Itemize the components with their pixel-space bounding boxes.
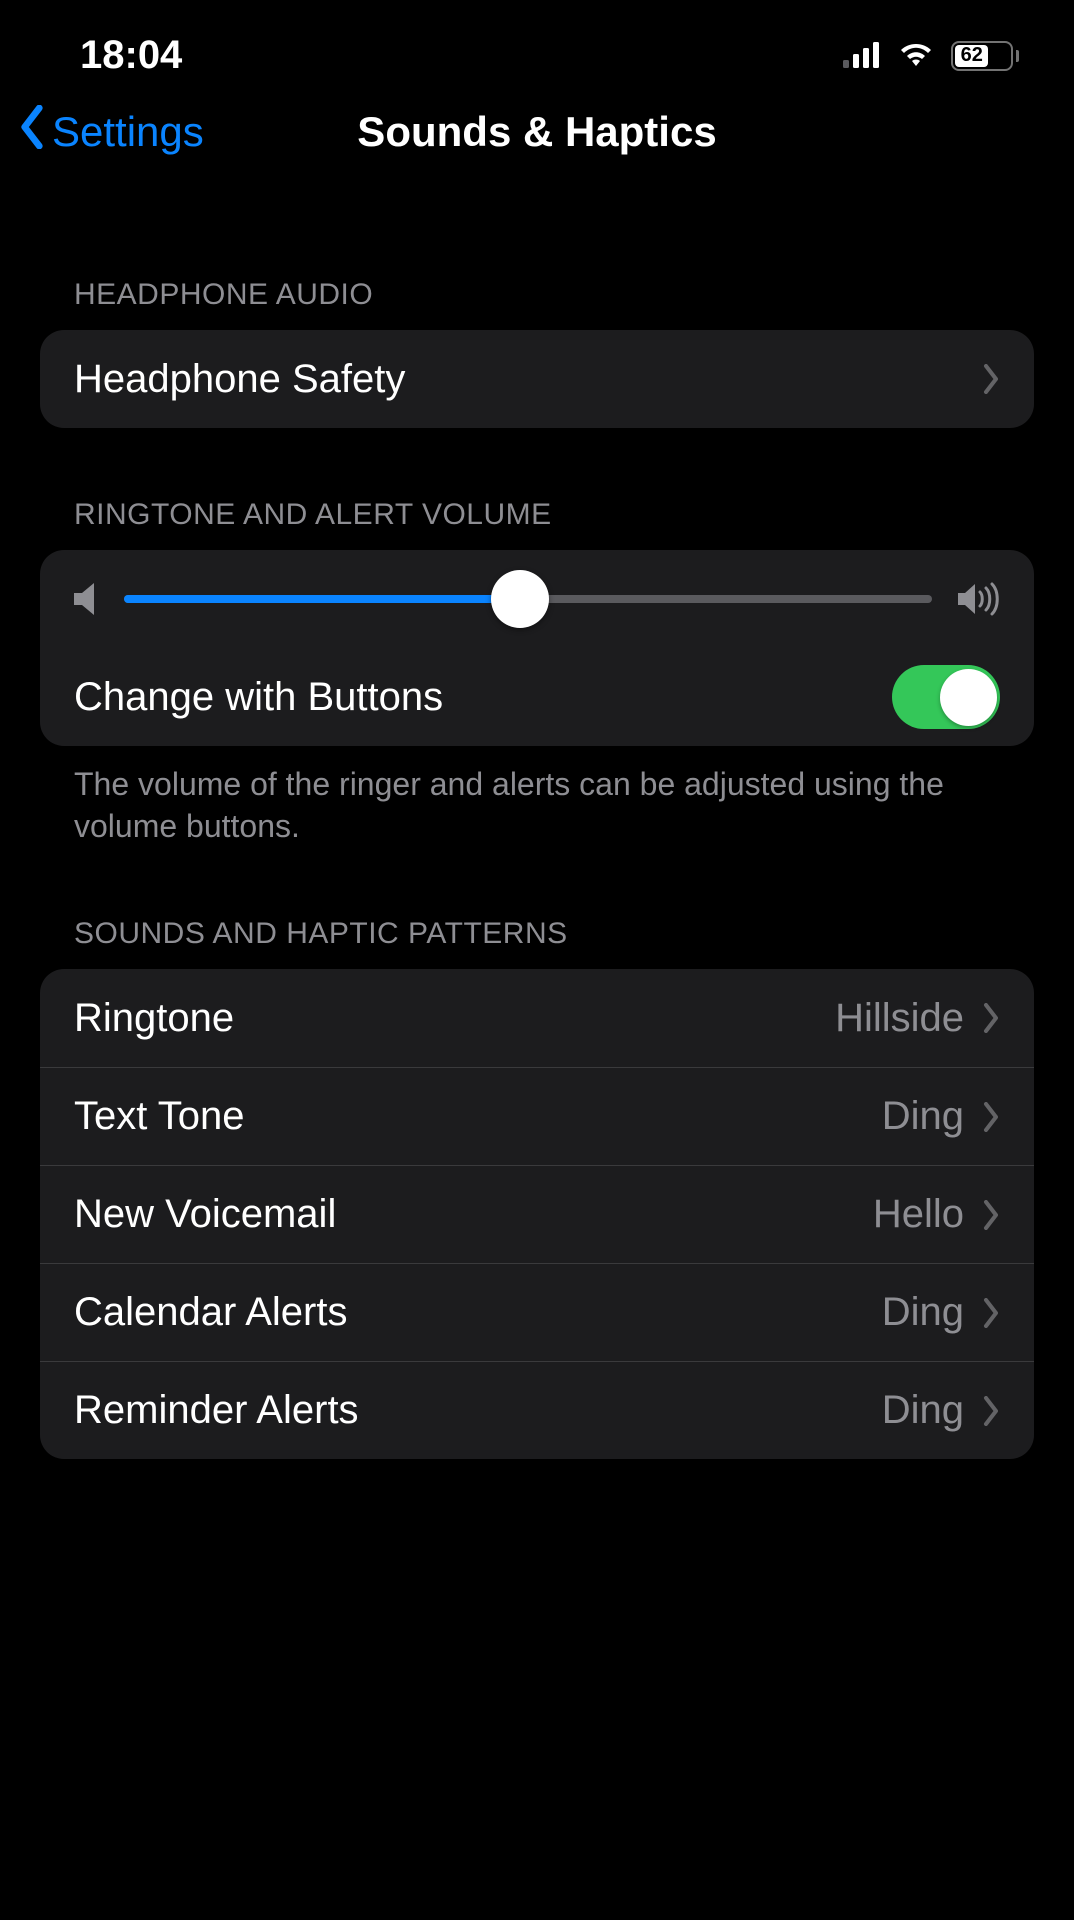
section-footer-ringer: The volume of the ringer and alerts can … [40, 746, 1034, 847]
cell-value: Hillside [835, 996, 964, 1041]
group-headphone: Headphone Safety [40, 330, 1034, 428]
status-indicators: 62 [843, 33, 1019, 78]
cell-ringtone[interactable]: Ringtone Hillside [40, 969, 1034, 1067]
chevron-right-icon [982, 1102, 1000, 1132]
cell-label: Reminder Alerts [74, 1388, 359, 1433]
cell-label: New Voicemail [74, 1192, 336, 1237]
chevron-right-icon [982, 1396, 1000, 1426]
volume-low-icon [74, 582, 98, 616]
wifi-icon [897, 33, 935, 78]
battery-level: 62 [955, 45, 988, 67]
back-label: Settings [52, 108, 204, 156]
slider-thumb[interactable] [491, 570, 549, 628]
cell-label: Headphone Safety [74, 357, 405, 402]
group-ringer: Change with Buttons [40, 550, 1034, 746]
cell-text-tone[interactable]: Text Tone Ding [40, 1067, 1034, 1165]
cell-calendar-alerts[interactable]: Calendar Alerts Ding [40, 1263, 1034, 1361]
back-button[interactable]: Settings [18, 105, 204, 159]
cell-headphone-safety[interactable]: Headphone Safety [40, 330, 1034, 428]
cell-value: Ding [882, 1094, 964, 1139]
page-title: Sounds & Haptics [357, 108, 716, 156]
group-patterns: Ringtone Hillside Text Tone Ding New Voi… [40, 969, 1034, 1459]
section-header-ringer: RINGTONE AND ALERT VOLUME [40, 498, 1034, 550]
chevron-left-icon [18, 105, 46, 159]
toggle-change-with-buttons[interactable] [892, 665, 1000, 729]
cell-value: Ding [882, 1290, 964, 1335]
battery-icon: 62 [951, 41, 1019, 71]
cell-value: Hello [873, 1192, 964, 1237]
status-time: 18:04 [80, 33, 182, 78]
chevron-right-icon [982, 1003, 1000, 1033]
cell-volume-slider [40, 550, 1034, 648]
section-header-headphone: HEADPHONE AUDIO [40, 278, 1034, 330]
toggle-knob [940, 669, 997, 726]
cell-label: Text Tone [74, 1094, 245, 1139]
status-bar: 18:04 62 [0, 0, 1074, 88]
chevron-right-icon [982, 1200, 1000, 1230]
cell-label: Change with Buttons [74, 675, 443, 720]
cell-label: Ringtone [74, 996, 234, 1041]
cell-label: Calendar Alerts [74, 1290, 347, 1335]
chevron-right-icon [982, 1298, 1000, 1328]
cell-change-with-buttons[interactable]: Change with Buttons [40, 648, 1034, 746]
cell-reminder-alerts[interactable]: Reminder Alerts Ding [40, 1361, 1034, 1459]
navigation-bar: Settings Sounds & Haptics [0, 88, 1074, 178]
chevron-right-icon [982, 364, 1000, 394]
section-header-patterns: SOUNDS AND HAPTIC PATTERNS [40, 917, 1034, 969]
cellular-icon [843, 33, 881, 78]
volume-slider[interactable] [124, 595, 932, 603]
volume-high-icon [958, 582, 1000, 616]
cell-value: Ding [882, 1388, 964, 1433]
cell-new-voicemail[interactable]: New Voicemail Hello [40, 1165, 1034, 1263]
